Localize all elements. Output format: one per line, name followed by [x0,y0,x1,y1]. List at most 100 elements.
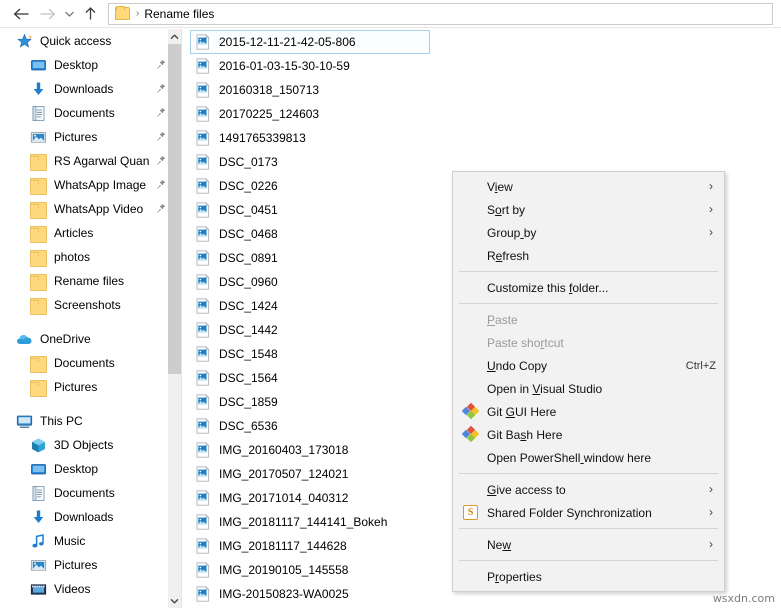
picture-file-icon [195,345,211,362]
sidebar-item-videos[interactable]: Videos [0,577,180,601]
up-button[interactable] [78,2,102,26]
breadcrumb-current-folder[interactable]: Rename files [144,7,214,21]
menu-item-customize-this-folder[interactable]: Customize this folder... [453,276,724,299]
watermark: wsxdn.com [712,592,775,605]
scroll-down-icon[interactable] [168,593,181,608]
sidebar-item-pictures[interactable]: Pictures [0,553,180,577]
file-list-item[interactable]: IMG_20160403_173018 [190,438,430,462]
navigation-pane[interactable]: Quick access Desktop Downloads Documents Pic… [0,29,180,608]
file-list-item[interactable]: DSC_0891 [190,246,430,270]
sidebar-item-pictures[interactable]: Pictures [0,125,180,149]
file-list-item[interactable]: 20170225_124603 [190,102,430,126]
file-list-item[interactable]: IMG_20190105_145558 [190,558,430,582]
file-list-item[interactable]: IMG_20181117_144628 [190,534,430,558]
file-list-item[interactable]: IMG_20171014_040312 [190,486,430,510]
picture-file-icon [195,393,211,410]
pin-icon[interactable] [155,155,166,167]
menu-separator [459,473,718,474]
file-list-item[interactable]: DSC_1859 [190,390,430,414]
sidebar-item-whatsapp-video[interactable]: WhatsApp Video [0,197,180,221]
menu-item-git-bash-here[interactable]: Git Bash Here [453,423,724,446]
sidebar-item-downloads[interactable]: Downloads [0,77,180,101]
navigation-pane-scrollbar[interactable] [168,29,181,608]
menu-item-label: Refresh [487,248,530,263]
sidebar-group-this-pc[interactable]: This PC [0,409,180,433]
sidebar-group-onedrive[interactable]: OneDrive [0,327,180,351]
sidebar-item-3d-objects[interactable]: 3D Objects [0,433,180,457]
recent-locations-button[interactable] [60,2,78,26]
file-list-item[interactable]: DSC_1564 [190,366,430,390]
pin-icon[interactable] [155,107,166,119]
sidebar-item-label: Screenshots [54,298,121,312]
pin-icon[interactable] [155,59,166,71]
picture-file-icon [195,81,211,98]
folder-icon [30,178,47,195]
file-name: 20170225_124603 [219,107,320,121]
pin-icon [156,179,166,190]
file-list-item[interactable]: DSC_1548 [190,342,430,366]
sidebar-item-pictures[interactable]: Pictures [0,375,180,399]
sidebar-item-label: 3D Objects [54,438,114,452]
file-list-item[interactable]: IMG_20170507_124021 [190,462,430,486]
picture-file-icon [195,561,211,578]
menu-item-label: Open in Visual Studio [487,381,603,396]
sidebar-item-documents[interactable]: Documents [0,481,180,505]
file-list-item[interactable]: IMG-20150823-WA0025 [190,582,430,606]
scrollbar-thumb[interactable] [168,44,181,374]
menu-item-properties[interactable]: Properties [453,565,724,588]
file-list-item[interactable]: DSC_0468 [190,222,430,246]
sidebar-item-desktop[interactable]: Desktop [0,53,180,77]
menu-item-open-powershell-window-here[interactable]: Open PowerShell window here [453,446,724,469]
menu-item-new[interactable]: New › [453,533,724,556]
back-button[interactable] [8,2,34,26]
menu-item-label: Git GUI Here [487,404,557,419]
sidebar-item-screenshots[interactable]: Screenshots [0,293,180,317]
menu-item-view[interactable]: View › [453,175,724,198]
sidebar-item-music[interactable]: Music [0,529,180,553]
sidebar-item-photos[interactable]: photos [0,245,180,269]
file-list-item[interactable]: 2015-12-11-21-42-05-806 [190,30,430,54]
sidebar-group-quick-access[interactable]: Quick access [0,29,180,53]
sidebar-item-articles[interactable]: Articles [0,221,180,245]
sidebar-item-rs-agarwal-quan[interactable]: RS Agarwal Quan [0,149,180,173]
breadcrumb[interactable]: › Rename files [108,2,773,25]
file-list-item[interactable]: IMG_20181117_144141_Bokeh [190,510,430,534]
pin-icon[interactable] [155,179,166,191]
this-pc-icon [16,413,33,430]
sidebar-item-downloads[interactable]: Downloads [0,505,180,529]
file-list-item[interactable]: DSC_1424 [190,294,430,318]
sidebar-item-desktop[interactable]: Desktop [0,457,180,481]
pin-icon[interactable] [155,131,166,143]
menu-item-git-gui-here[interactable]: Git GUI Here [453,400,724,423]
file-list-item[interactable]: DSC_0226 [190,174,430,198]
menu-item-open-in-visual-studio[interactable]: Open in Visual Studio [453,377,724,400]
file-name: DSC_1548 [219,347,278,361]
sidebar-item-rename-files[interactable]: Rename files [0,269,180,293]
sidebar-item-documents[interactable]: Documents [0,351,180,375]
pin-icon[interactable] [155,83,166,95]
file-list-item[interactable]: DSC_0173 [190,150,430,174]
menu-item-undo-copy[interactable]: Undo Copy Ctrl+Z [453,354,724,377]
onedrive-cloud-icon [16,331,33,348]
menu-item-give-access-to[interactable]: Give access to › [453,478,724,501]
file-list-item[interactable]: 2016-01-03-15-30-10-59 [190,54,430,78]
scroll-up-icon[interactable] [168,29,181,44]
sidebar-item-label: Desktop [54,462,99,476]
context-menu[interactable]: View › Sort by › Group by › Refresh Customize t… [452,171,725,592]
menu-item-refresh[interactable]: Refresh [453,244,724,267]
sidebar-item-documents[interactable]: Documents [0,101,180,125]
sidebar-item-label: RS Agarwal Quan [54,154,150,168]
file-list-item[interactable]: 1491765339813 [190,126,430,150]
sidebar-item-label: Documents [54,106,115,120]
file-list-item[interactable]: DSC_6536 [190,414,430,438]
sidebar-item-whatsapp-image[interactable]: WhatsApp Image [0,173,180,197]
pin-icon[interactable] [155,203,166,215]
file-list-item[interactable]: DSC_0960 [190,270,430,294]
file-list-item[interactable]: DSC_1442 [190,318,430,342]
picture-file-icon [195,297,211,314]
menu-item-shared-folder-synchronization[interactable]: S Shared Folder Synchronization › [453,501,724,524]
menu-item-group-by[interactable]: Group by › [453,221,724,244]
menu-item-sort-by[interactable]: Sort by › [453,198,724,221]
file-list-item[interactable]: 20160318_150713 [190,78,430,102]
file-list-item[interactable]: DSC_0451 [190,198,430,222]
